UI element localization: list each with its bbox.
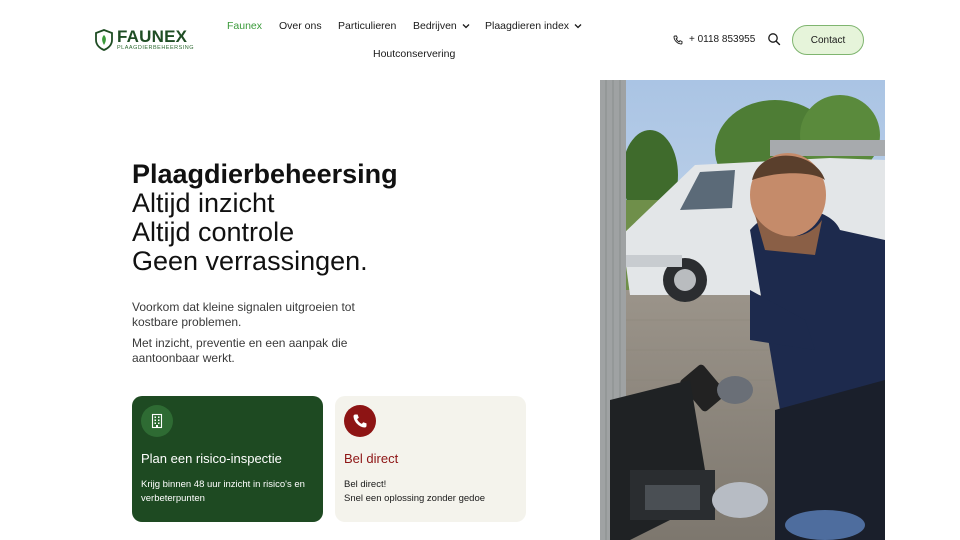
phone-link[interactable]: + 0118 853955 — [673, 34, 755, 45]
call-card[interactable]: Bel direct Bel direct! Snel een oplossin… — [335, 396, 526, 522]
building-icon — [151, 413, 163, 429]
card-title: Plan een risico-inspectie — [141, 451, 282, 466]
hero-title-strong: Plaagdierbeheersing — [132, 159, 398, 189]
logo-name: FAUNEX — [117, 27, 188, 46]
phone-icon-badge — [344, 405, 376, 437]
contact-button[interactable]: Contact — [792, 25, 864, 55]
shield-logo-icon — [95, 28, 113, 51]
search-icon[interactable] — [767, 32, 781, 46]
card-title: Bel direct — [344, 451, 399, 466]
phone-icon — [673, 35, 683, 44]
hero-paragraph-1: Voorkom dat kleine signalen uitgroeien t… — [132, 300, 355, 329]
building-icon-badge — [141, 405, 173, 437]
phone-icon — [353, 414, 367, 428]
nav-item-particulieren[interactable]: Particulieren — [338, 20, 396, 32]
hero-title: Plaagdierbeheersing Altijd inzicht Altij… — [132, 160, 398, 276]
nav-item-bedrijven[interactable]: Bedrijven — [413, 20, 470, 32]
logo[interactable]: FAUNEX PLAAGDIERBEHEERSING — [95, 28, 194, 52]
logo-tagline: PLAAGDIERBEHEERSING — [117, 45, 195, 51]
inspection-card[interactable]: Plan een risico-inspectie Krijg binnen 4… — [132, 396, 323, 522]
hero-paragraph-2: Met inzicht, preventie en een aanpak die… — [132, 336, 348, 365]
phone-number: + 0118 853955 — [689, 34, 756, 45]
nav-item-plaagdieren-index[interactable]: Plaagdieren index — [485, 20, 582, 32]
nav-item-houtconservering[interactable]: Houtconservering — [373, 48, 455, 60]
hero-line: Altijd controle — [132, 217, 295, 247]
chevron-down-icon — [462, 24, 470, 29]
card-description: Krijg binnen 48 uur inzicht in risico's … — [141, 479, 305, 504]
card-description: Bel direct! Snel een oplossing zonder ge… — [344, 479, 486, 504]
chevron-down-icon — [574, 24, 582, 29]
hero-photo — [600, 80, 885, 540]
hero-line: Altijd inzicht — [132, 188, 275, 218]
hero-line: Geen verrassingen. — [132, 246, 368, 276]
nav-item-faunex[interactable]: Faunex — [227, 20, 262, 32]
nav-item-over-ons[interactable]: Over ons — [279, 20, 322, 32]
